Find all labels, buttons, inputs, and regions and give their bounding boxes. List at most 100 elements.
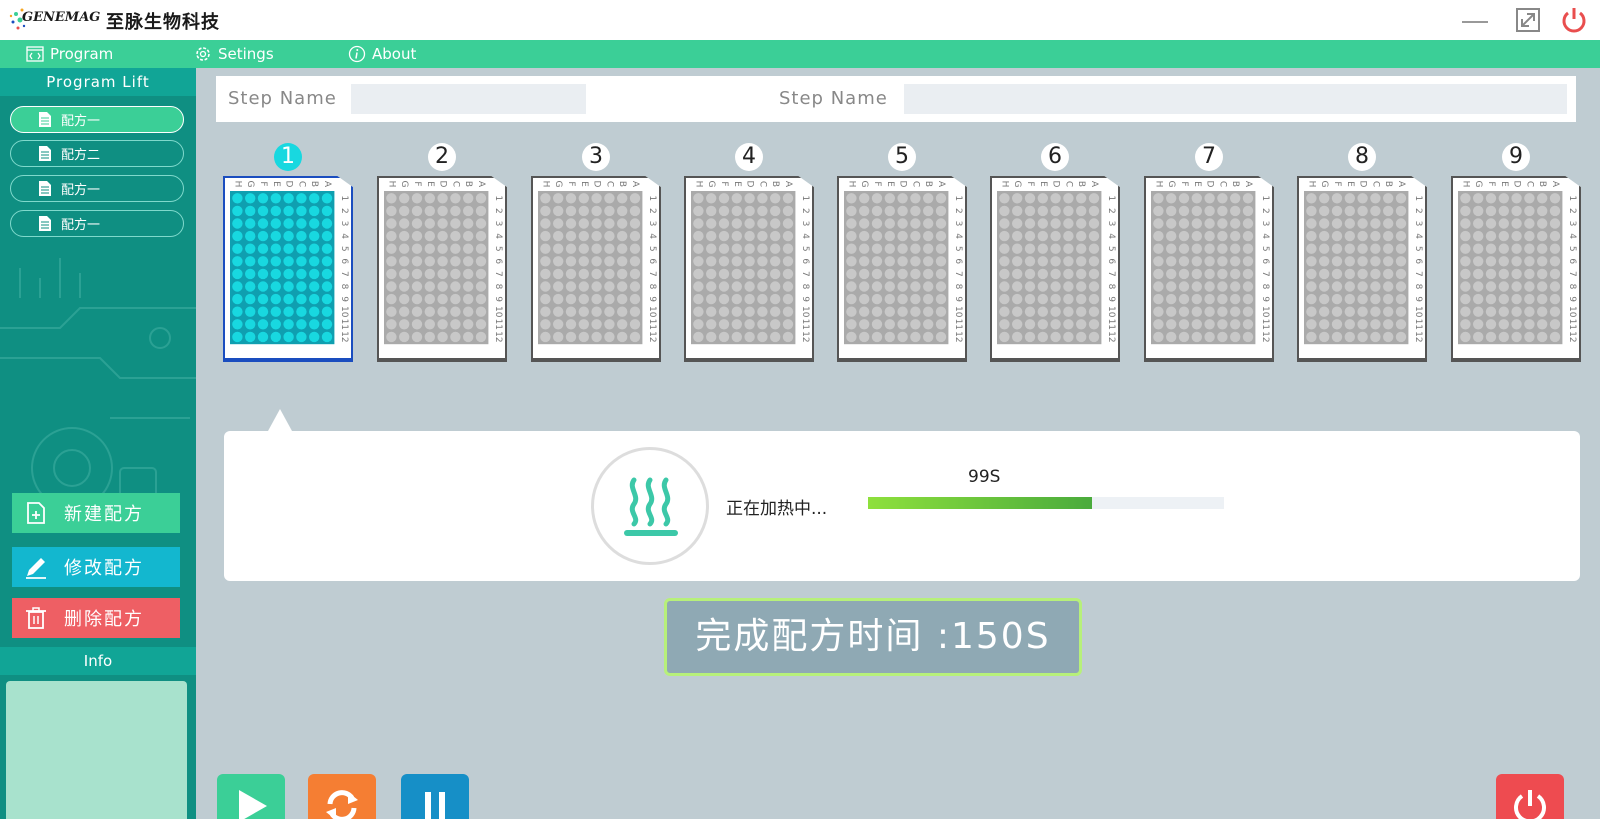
well [1383,256,1394,267]
well [1012,319,1023,330]
well [424,243,435,254]
well-plate[interactable]: H G F E D C B A 1 2 3 4 5 6 7 8 9 10 11 12 [1144,176,1274,362]
well [1331,306,1343,317]
recipe-item[interactable]: 配方二 [10,140,184,167]
plate-slot[interactable]: 6 H G F E D C B A 1 2 3 4 5 6 7 8 9 10 11 12 [990,143,1120,363]
well [1306,218,1317,229]
new-recipe-button[interactable]: 新建配方 [12,493,180,533]
plate-slot[interactable]: 1 H G F E D C B A 1 2 3 4 5 6 7 8 9 10 11 12 [223,143,353,363]
well [617,306,628,317]
well [1012,256,1023,267]
row-letter: H [386,181,396,188]
well [846,256,857,267]
reset-button[interactable] [308,774,376,819]
plate-slot[interactable]: 8 H G F E D C B A 1 2 3 4 5 6 7 8 9 10 11 12 [1297,143,1427,363]
edit-recipe-button[interactable]: 修改配方 [12,547,180,587]
heating-indicator [591,447,709,565]
well [782,218,794,229]
well [1537,331,1548,343]
plate-number: 9 [1502,143,1530,171]
well [693,205,704,217]
well [257,256,269,267]
delete-recipe-label: 删除配方 [64,609,144,630]
info-panel [6,681,187,819]
well-plate[interactable]: H G F E D C B A 1 2 3 4 5 6 7 8 9 10 11 12 [837,176,967,362]
well [1395,193,1407,204]
well-plate[interactable]: H G F E D C B A 1 2 3 4 5 6 7 8 9 10 11 12 [377,176,507,362]
well [1063,306,1074,317]
well-plate[interactable]: H G F E D C B A 1 2 3 4 5 6 7 8 9 10 11 12 [684,176,814,362]
well [629,319,641,330]
plate-slot[interactable]: 4 H G F E D C B A 1 2 3 4 5 6 7 8 9 10 11 12 [684,143,814,363]
plate-slot[interactable]: 3 H G F E D C B A 1 2 3 4 5 6 7 8 9 10 11 12 [531,143,661,363]
step-name-input[interactable] [351,84,586,114]
well [1319,331,1330,343]
menu-about[interactable]: About [348,40,416,68]
title-bar: GENEMAG 至脉生物科技 [0,0,1600,40]
well [450,218,461,229]
well [604,230,615,242]
minimize-button[interactable] [1460,6,1490,34]
menu-settings[interactable]: Setings [194,40,274,68]
pause-button[interactable] [401,774,469,819]
well [309,331,320,343]
row-letter: H [540,181,550,188]
start-button[interactable] [217,774,285,819]
well [1217,243,1228,254]
well [617,230,628,242]
recipe-item[interactable]: 配方一 [10,175,184,202]
well [1357,293,1368,305]
row-letter: H [693,181,703,188]
delete-recipe-button[interactable]: 删除配方 [12,598,180,638]
well [718,243,730,254]
recipe-item[interactable]: 配方一 [10,210,184,237]
well [296,331,307,343]
well-plate[interactable]: H G F E D C B A 1 2 3 4 5 6 7 8 9 10 11 12 [531,176,661,362]
plate-slot[interactable]: 5 H G F E D C B A 1 2 3 4 5 6 7 8 9 10 11 12 [837,143,967,363]
well [1191,331,1202,343]
plate-slot[interactable]: 2 H G F E D C B A 1 2 3 4 5 6 7 8 9 10 11 12 [377,143,507,363]
well [846,306,857,317]
well [693,256,704,267]
document-icon [39,146,51,161]
well [270,281,281,292]
well [424,319,435,330]
well [283,230,294,242]
well [283,293,294,305]
well [1230,256,1241,267]
well [757,306,768,317]
well [629,193,641,204]
row-letter: F [566,181,576,186]
well-plate[interactable]: H G F E D C B A 1 2 3 4 5 6 7 8 9 10 11 12 [990,176,1120,362]
well [731,243,742,254]
well [1088,230,1100,242]
well-plate[interactable]: H G F E D C B A 1 2 3 4 5 6 7 8 9 10 11 12 [1451,176,1581,362]
well [1178,256,1190,267]
well [935,293,947,305]
stop-button[interactable] [1496,774,1564,819]
well [1537,193,1548,204]
well-plate[interactable]: H G F E D C B A 1 2 3 4 5 6 7 8 9 10 11 12 [1297,176,1427,362]
menu-program[interactable]: Program [26,40,113,68]
grid-background [1458,191,1563,345]
recipe-item[interactable]: 配方一 [10,106,184,133]
well [1524,281,1535,292]
well [1012,306,1023,317]
well [1050,331,1061,343]
well [897,331,908,343]
grid-background [1151,191,1256,345]
maximize-button[interactable] [1514,6,1544,34]
plate-slot[interactable]: 7 H G F E D C B A 1 2 3 4 5 6 7 8 9 10 11 12 [1144,143,1274,363]
well [782,281,794,292]
well [693,293,704,305]
step-name-input[interactable] [904,84,1567,114]
well [731,205,742,217]
well [999,306,1010,317]
plate-slot[interactable]: 9 H G F E D C B A 1 2 3 4 5 6 7 8 9 10 11 12 [1451,143,1581,363]
well-plate[interactable]: H G F E D C B A 1 2 3 4 5 6 7 8 9 10 11 12 [223,176,353,362]
well [540,268,551,280]
power-button[interactable] [1560,6,1590,34]
column-number: 7 [339,271,349,277]
column-number: 1 [1260,195,1270,201]
well [1037,319,1048,330]
